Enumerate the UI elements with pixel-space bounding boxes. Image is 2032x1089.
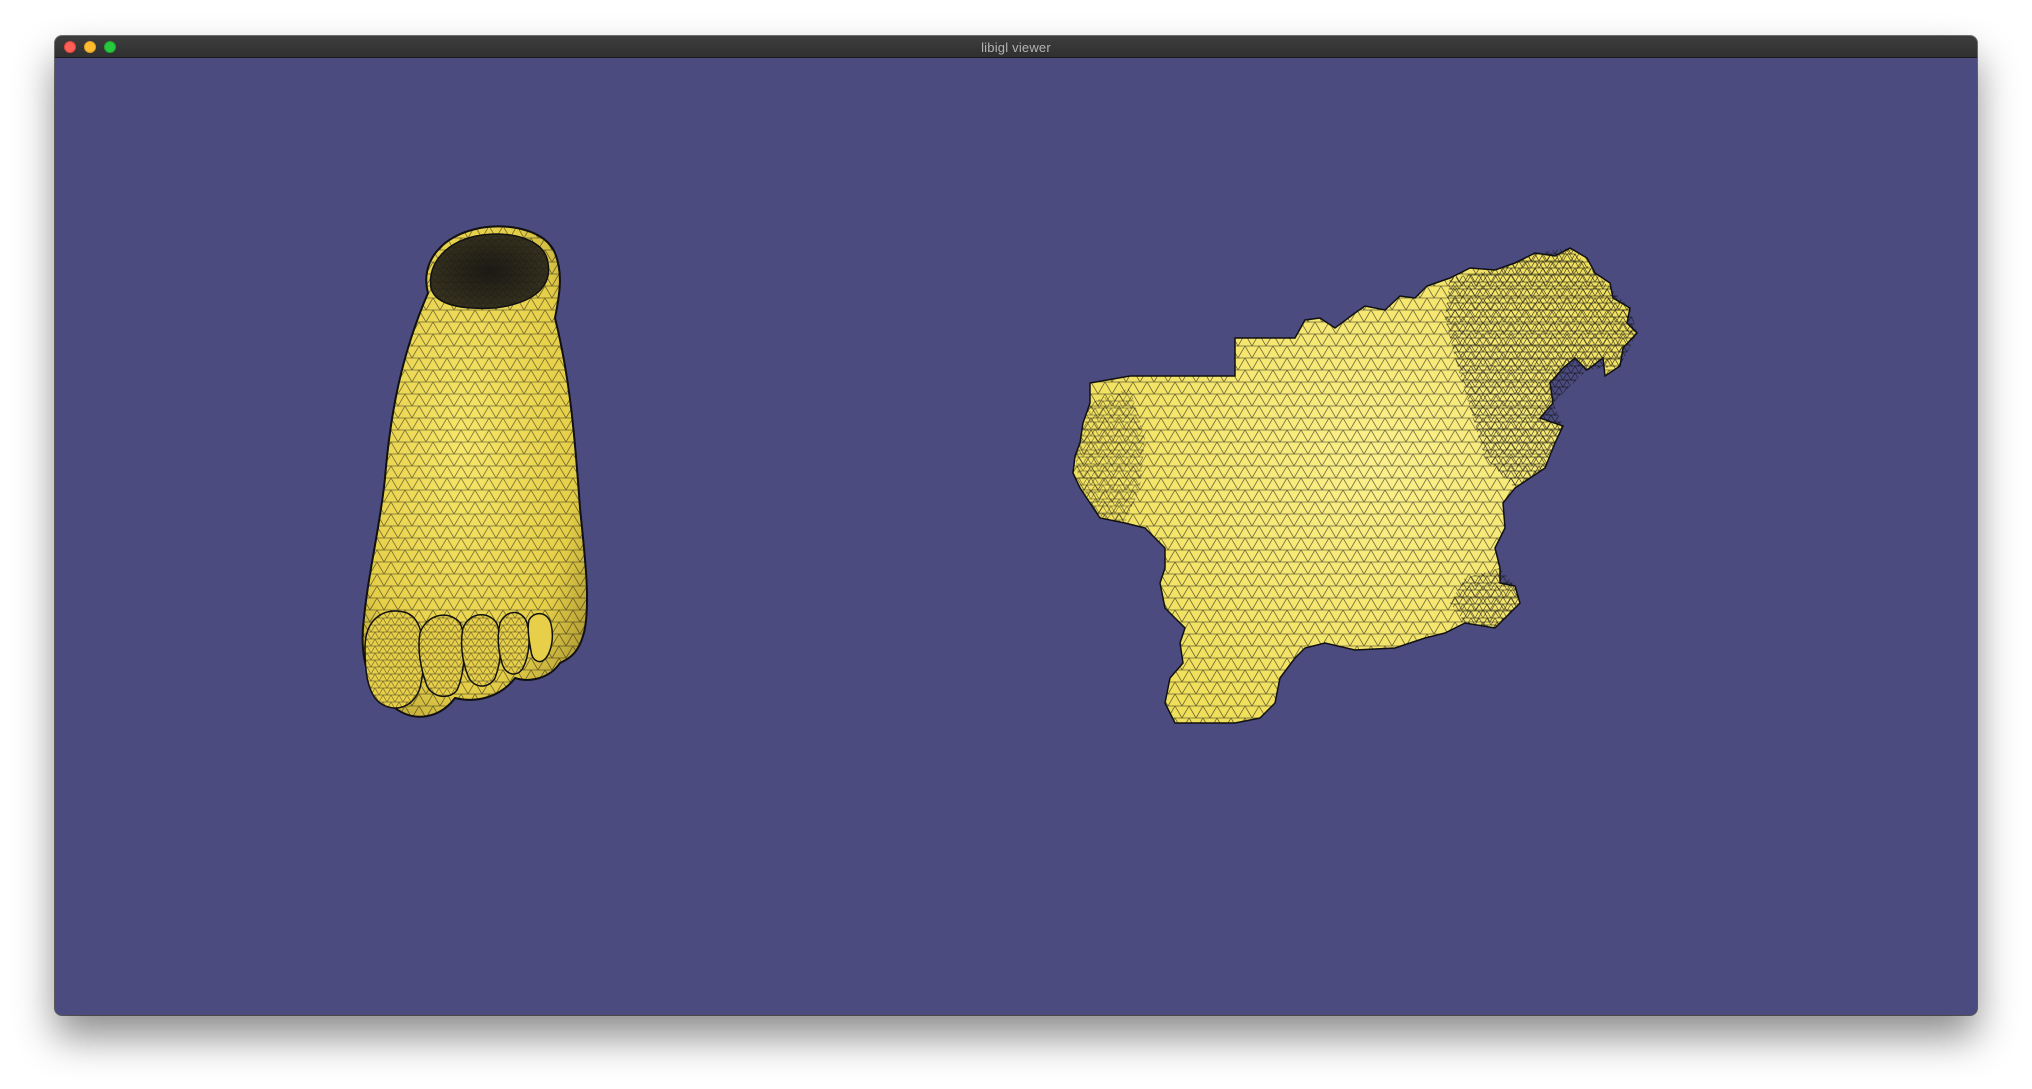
gl-viewport[interactable] [55,58,1977,1015]
foot-3d-mesh[interactable] [361,225,589,718]
title-bar[interactable]: libigl viewer [55,36,1977,58]
viewport-canvas[interactable] [55,58,1977,1015]
viewer-window: libigl viewer [55,36,1977,1015]
foot-toes-wire [365,611,530,708]
foot-uv-parameterization[interactable] [1072,247,1639,724]
window-title: libigl viewer [981,40,1051,55]
